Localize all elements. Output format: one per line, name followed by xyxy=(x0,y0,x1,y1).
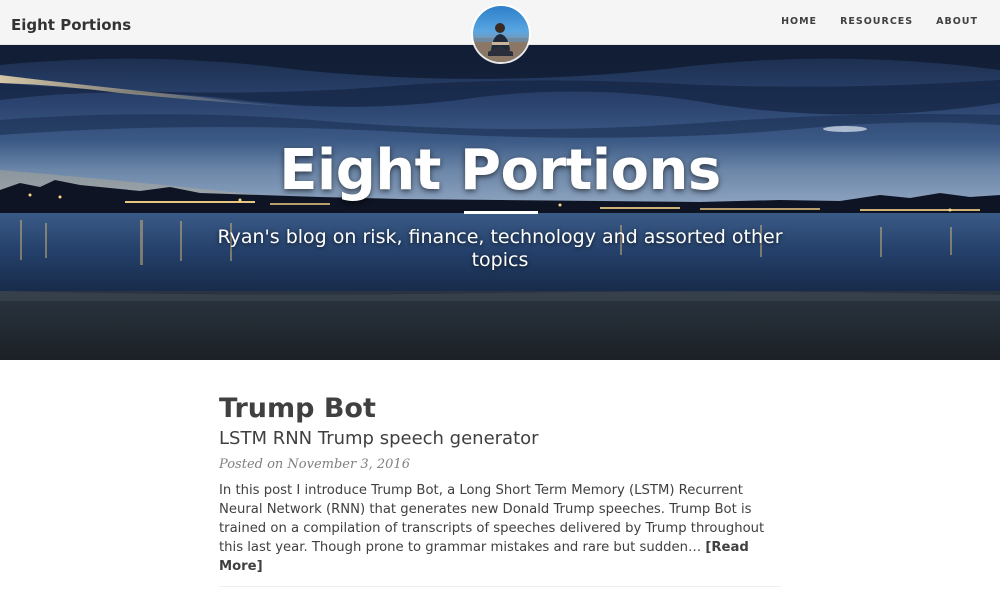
avatar[interactable] xyxy=(473,6,529,62)
hero-title: Eight Portions xyxy=(279,138,721,203)
post-excerpt: In this post I introduce Trump Bot, a Lo… xyxy=(219,481,781,576)
post-subtitle: LSTM RNN Trump speech generator xyxy=(219,428,539,449)
post-divider xyxy=(219,586,781,587)
avatar-photo xyxy=(473,23,529,62)
nav-home-link[interactable]: HOME xyxy=(781,16,817,27)
post-preview: Trump Bot LSTM RNN Trump speech generato… xyxy=(219,393,781,576)
post-title-link[interactable]: Trump Bot xyxy=(219,393,781,424)
nav-resources-link[interactable]: RESOURCES xyxy=(840,16,913,27)
post-excerpt-text: In this post I introduce Trump Bot, a Lo… xyxy=(219,483,765,555)
brand-link[interactable]: Eight Portions xyxy=(11,16,131,34)
hero-subtitle: Ryan's blog on risk, finance, technology… xyxy=(217,226,783,271)
hero-header: Eight Portions Ryan's blog on risk, fina… xyxy=(0,45,1000,360)
hero-divider xyxy=(464,211,538,214)
post-meta: Posted on November 3, 2016 xyxy=(219,457,410,472)
nav-about-link[interactable]: ABOUT xyxy=(936,16,978,27)
nav-links: HOME RESOURCES ABOUT xyxy=(781,16,978,27)
